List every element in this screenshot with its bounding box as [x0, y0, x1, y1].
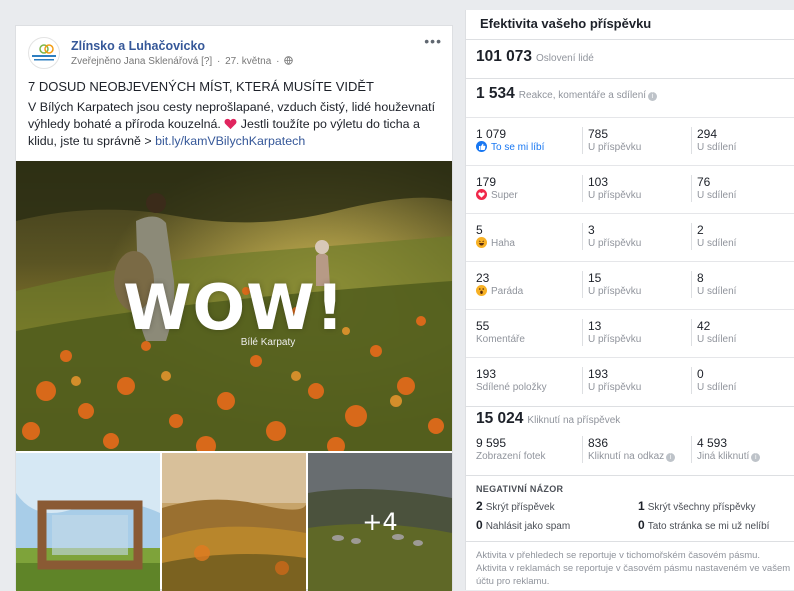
timezone-footnote: Aktivita v přehledech se reportuje v tic…: [476, 550, 791, 587]
on-post-cell: 15 U příspěvku: [582, 271, 641, 298]
divider: [466, 541, 794, 542]
main-photo[interactable]: WOW! Bílé Karpaty: [16, 161, 452, 451]
post-meta: Zveřejněno Jana Sklenářová [?] · 27. kvě…: [71, 56, 293, 67]
link-clicks-cell: 836 Kliknutí na odkaz i: [582, 436, 676, 463]
reaction-total-cell: 5 Haha: [476, 223, 515, 250]
reaction-label: To se mi líbí: [476, 141, 544, 154]
reach-value: 101 073: [476, 48, 533, 65]
help-marker[interactable]: [?]: [201, 56, 212, 67]
like-icon: [476, 141, 487, 152]
post-insights-panel: Efektivita vašeho příspěvku 101 073 Oslov…: [465, 10, 794, 590]
on-shares-cell: 2U sdílení: [691, 223, 736, 250]
reaction-row-haha: 5 Haha 3U příspěvku 2U sdílení: [466, 213, 794, 260]
on-post-cell: 785 U příspěvku: [582, 127, 641, 154]
frame-on-meadow-image: [16, 453, 160, 591]
info-icon[interactable]: i: [751, 453, 761, 462]
reaction-total-cell: 23 Paráda: [476, 271, 523, 298]
thumbnail-photo-3[interactable]: +4: [308, 453, 452, 591]
photo-views-cell: 9 595 Zobrazení fotek: [476, 436, 546, 462]
thumbnail-photo-1[interactable]: [16, 453, 160, 591]
meta-separator: ·: [217, 56, 221, 67]
thumbnail-photo-2[interactable]: [162, 453, 306, 591]
reaction-label: Paráda: [476, 285, 523, 298]
engagement-stat: 1 534 Reakce, komentáře a sdílení i: [476, 85, 658, 103]
engagement-label: Reakce, komentáře a sdílení: [518, 90, 647, 101]
post-date[interactable]: 27. května: [225, 56, 271, 67]
heart-emoji-icon: [224, 118, 237, 130]
reaction-total: 23: [476, 271, 490, 285]
facebook-post: Zlínsko a Luhačovicko Zveřejněno Jana Sk…: [15, 25, 453, 591]
post-link[interactable]: bit.ly/kamVBilychKarpatech: [155, 134, 305, 148]
on-post-cell: 193 U příspěvku: [582, 367, 641, 394]
more-options-button[interactable]: •••: [424, 34, 442, 48]
on-post-cell: 103 U příspěvku: [582, 175, 641, 202]
clicks-stat: 15 024 Kliknutí na příspěvek: [476, 410, 620, 428]
other-clicks-cell: 4 593 Jiná kliknutí i: [691, 436, 761, 463]
on-shares-cell: 8U sdílení: [691, 271, 736, 298]
on-post-cell: 3U příspěvku: [582, 223, 641, 250]
more-photos-overlay[interactable]: +4: [308, 453, 452, 591]
divider: [466, 406, 794, 407]
divider: [466, 78, 794, 79]
reaction-total: 5: [476, 223, 483, 237]
negative-item-report-spam: 0 Nahlásit jako spam: [476, 518, 571, 532]
info-icon[interactable]: i: [648, 92, 658, 101]
photo-overlay-subtitle: Bílé Karpaty: [240, 337, 296, 348]
reaction-row-love: 179 Super 103 U příspěvku 76 U sdílení: [466, 165, 794, 212]
page-avatar[interactable]: [28, 37, 60, 69]
divider: [466, 475, 794, 476]
negative-item-hide-post: 2 Skrýt příspěvek: [476, 499, 555, 513]
published-by: Zveřejněno Jana Sklenářová: [71, 56, 199, 67]
haha-icon: [476, 237, 487, 248]
sunset-hills-image: [162, 453, 306, 591]
reaction-total-cell: 179 Super: [476, 175, 518, 202]
on-shares-cell: 0U sdílení: [691, 367, 736, 394]
page-name-link[interactable]: Zlínsko a Luhačovicko: [71, 39, 205, 53]
reaction-total-cell: 1 079 To se mi líbí: [476, 127, 544, 154]
clicks-value: 15 024: [476, 410, 524, 427]
post-headline: 7 DOSUD NEOBJEVENÝCH MÍST, KTERÁ MUSÍTE …: [28, 79, 374, 94]
comments-row: 55 Komentáře 13 U příspěvku 42 U sdílení: [466, 309, 794, 356]
info-icon[interactable]: i: [666, 453, 676, 462]
meta-separator: ·: [276, 56, 280, 67]
negative-feedback-title: NEGATIVNÍ NÁZOR: [476, 484, 564, 494]
photo-overlay-title: WOW!: [123, 271, 345, 344]
page-logo-icon: [32, 44, 56, 61]
on-shares-cell: 294 U sdílení: [691, 127, 736, 154]
negative-item-hide-all: 1 Skrýt všechny příspěvky: [638, 499, 756, 513]
reaction-label: Haha: [476, 237, 515, 250]
reaction-total: 179: [476, 175, 497, 189]
wow-icon: [476, 285, 487, 296]
reach-label: Oslovení lidé: [536, 53, 594, 64]
reach-stat: 101 073 Oslovení lidé: [476, 48, 594, 66]
shares-row: 193 Sdílené položky 193 U příspěvku 0U sdí…: [466, 357, 794, 404]
post-body: V Bílých Karpatech jsou cesty neprošlapa…: [28, 99, 448, 150]
reaction-row-wow: 23 Paráda 15 U příspěvku 8U sdílení: [466, 261, 794, 308]
panel-title: Efektivita vašeho příspěvku: [466, 10, 794, 40]
negative-item-unlike-page: 0 Tato stránka se mi už nelíbí: [638, 518, 770, 532]
love-icon: [476, 189, 487, 200]
clicks-label: Kliknutí na příspěvek: [527, 415, 621, 426]
post-header: Zlínsko a Luhačovicko Zveřejněno Jana Sk…: [16, 26, 452, 70]
on-post-cell: 13 U příspěvku: [582, 319, 641, 346]
on-shares-cell: 42 U sdílení: [691, 319, 736, 346]
globe-icon[interactable]: [284, 56, 293, 65]
reaction-total: 1 079: [476, 127, 507, 141]
engagement-value: 1 534: [476, 85, 515, 102]
reaction-row-like: 1 079 To se mi líbí 785 U příspěvku 294 U …: [466, 117, 794, 164]
reaction-label: Super: [476, 189, 518, 202]
shares-total-cell: 193 Sdílené položky: [476, 367, 547, 393]
comments-total-cell: 55 Komentáře: [476, 319, 525, 345]
on-shares-cell: 76 U sdílení: [691, 175, 736, 202]
